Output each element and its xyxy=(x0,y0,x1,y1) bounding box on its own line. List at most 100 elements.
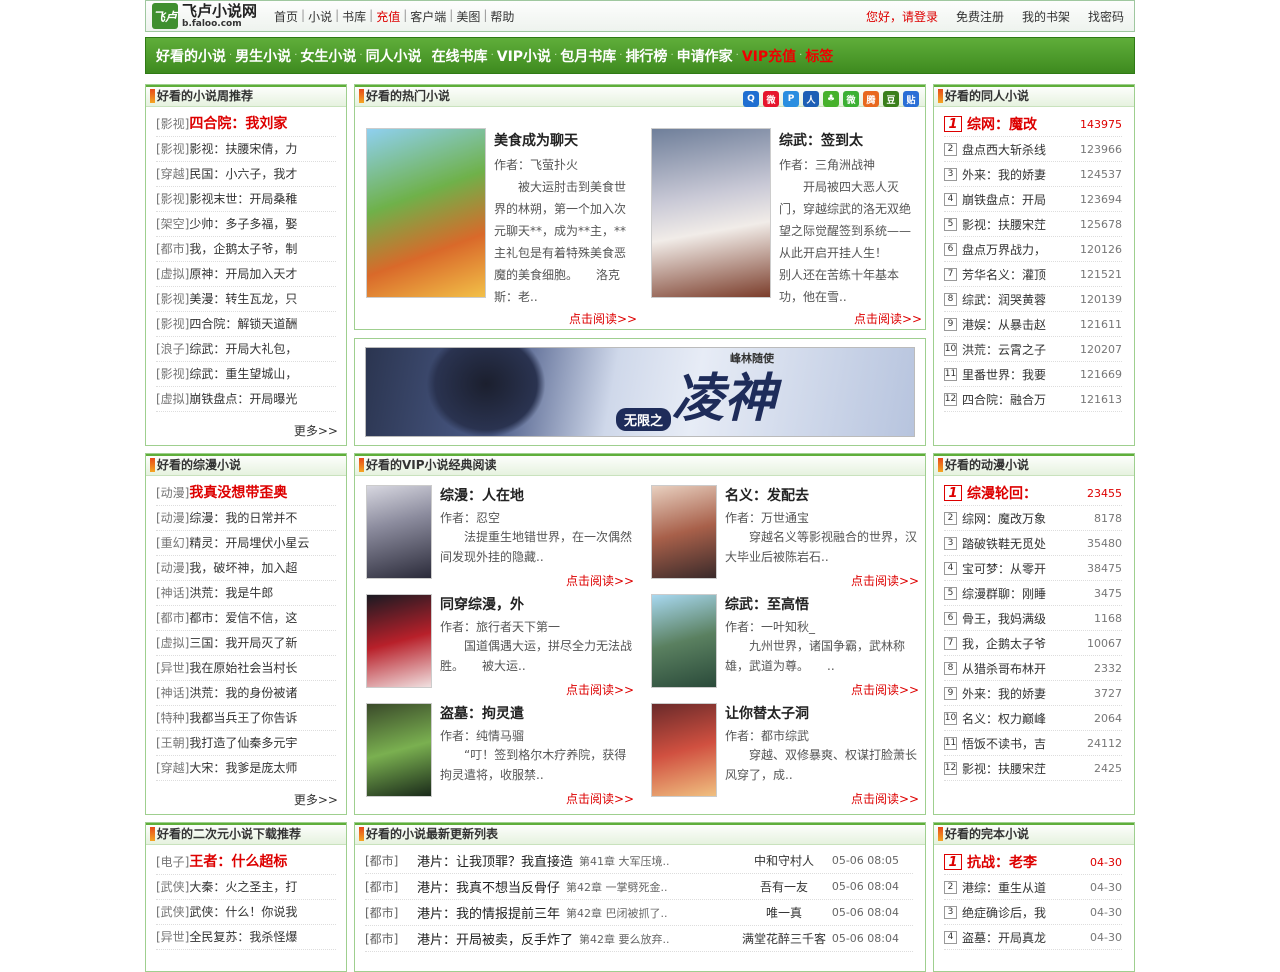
list-item[interactable]: [虚拟]原神：开局加入天才 xyxy=(156,262,336,287)
list-item[interactable]: [影视]四合院：解锁天道酬 xyxy=(156,312,336,337)
topnav-library[interactable]: 书库 xyxy=(342,8,366,25)
book-link[interactable]: 盘点万界战力， xyxy=(962,241,1076,258)
list-item[interactable]: [影视]影视：扶腰宋倩，力 xyxy=(156,137,336,162)
list-item[interactable]: [王朝]我打造了仙秦多元宇 xyxy=(156,731,336,756)
book-link[interactable]: 我在原始社会当村长 xyxy=(189,661,297,675)
update-row[interactable]: [都市] 港片：开局被卖，反手炸了 第42章 要么放弃.. 满堂花醉三千客 05-06 … xyxy=(365,926,913,952)
list-item[interactable]: [穿越]大宋：我爹是庞太师 xyxy=(156,756,336,781)
book-link[interactable]: 三国：我开局灭了新 xyxy=(189,636,297,650)
rank-row[interactable]: 8 从猎杀哥布林开 2332 xyxy=(944,656,1122,681)
rank-row[interactable]: 12 四合院：融合万 121613 xyxy=(944,387,1122,412)
book-link[interactable]: 综武：重生望城山， xyxy=(189,367,297,381)
read-more-link[interactable]: 点击阅读>> xyxy=(566,790,634,807)
list-item[interactable]: [武侠]武侠：什么！你说我 xyxy=(156,900,336,925)
tencent-icon[interactable]: 腾 xyxy=(863,91,879,107)
vip-book[interactable]: 综武：至高悟 作者：一叶知秋_ 九州世界，诸国争霸，武林称雄，武道为尊。 .. xyxy=(651,594,921,694)
vip-book[interactable]: 综漫：人在地 作者：忍空 法提重生地错世界，在一次偶然间发现外挂的隐藏.. xyxy=(366,485,636,585)
book-link[interactable]: 从猎杀哥布林开 xyxy=(962,660,1076,677)
mainnav-apply-author[interactable]: 申请作家 xyxy=(677,46,733,66)
rank-row[interactable]: 6 盘点万界战力， 120126 xyxy=(944,237,1122,262)
book-link[interactable]: 港娱：从暴击赵 xyxy=(962,316,1076,333)
book-link[interactable]: 外来：我的娇妻 xyxy=(962,685,1076,702)
weibo-icon[interactable]: 微 xyxy=(763,91,779,107)
chapter-link[interactable]: 第42章 一掌劈死金.. xyxy=(566,879,668,895)
book-link[interactable]: 悟饭不读书，吉 xyxy=(962,735,1076,752)
book-link[interactable]: 四合院：融合万 xyxy=(962,391,1076,408)
rank-row[interactable]: 2 综网：魔改万象 8178 xyxy=(944,506,1122,531)
mainnav-ranking[interactable]: 排行榜 xyxy=(625,46,667,66)
rank-row[interactable]: 4 宝可梦：从零开 38475 xyxy=(944,556,1122,581)
book-cover[interactable] xyxy=(651,485,717,579)
book-link[interactable]: 洪荒：我是牛郎 xyxy=(189,586,273,600)
rank-row[interactable]: 8 综武：润哭黄蓉 120139 xyxy=(944,287,1122,312)
topnav-client[interactable]: 客户端 xyxy=(410,8,446,25)
book-link[interactable]: 综漫：我的日常并不 xyxy=(189,511,297,525)
book-title[interactable]: 让你替太子洞 xyxy=(725,703,809,723)
book-cover[interactable] xyxy=(366,128,486,298)
author-link[interactable]: 唯一真 xyxy=(739,904,829,921)
mainnav-vip[interactable]: VIP小说 xyxy=(497,46,551,66)
hot-book-1[interactable]: 美食成为聊天 作者：飞萤扑火 被大运肘击到美食世界的林朔，第一个加入次元聊天**… xyxy=(366,128,636,318)
list-item[interactable]: [动漫]综漫：我的日常并不 xyxy=(156,506,336,531)
mainnav-online-library[interactable]: 在线书库 xyxy=(432,46,488,66)
read-more-link[interactable]: 点击阅读>> xyxy=(854,310,922,327)
book-link[interactable]: 港片：我的情报提前三年 xyxy=(417,903,560,922)
rank-row[interactable]: 1 综漫轮回： 23455 xyxy=(944,481,1122,506)
rank-row[interactable]: 11 里番世界：我要 121669 xyxy=(944,362,1122,387)
book-link[interactable]: 名义：权力巅峰 xyxy=(962,710,1076,727)
book-link[interactable]: 港片：让我顶罪？我直接造 xyxy=(417,851,573,870)
list-item[interactable]: [电子]王者：什么超标 xyxy=(156,850,336,875)
rank-row[interactable]: 2 港综：重生从道 04-30 xyxy=(944,875,1122,900)
mainnav-monthly[interactable]: 包月书库 xyxy=(560,46,616,66)
rank-row[interactable]: 5 影视：扶腰宋茳 125678 xyxy=(944,212,1122,237)
vip-book[interactable]: 同穿综漫，外 作者：旅行者天下第一 国道偶遇大运，拼尽全力无法战胜。 被大运.. xyxy=(366,594,636,694)
book-title[interactable]: 同穿综漫，外 xyxy=(440,594,524,614)
p-icon[interactable]: P xyxy=(783,91,799,107)
list-item[interactable]: [影视]美漫：转生瓦龙，只 xyxy=(156,287,336,312)
book-cover[interactable] xyxy=(651,703,717,797)
book-link[interactable]: 抗战：老李 xyxy=(967,852,1076,872)
book-link[interactable]: 全民复苏：我杀怪爆 xyxy=(189,930,297,944)
rank-row[interactable]: 7 我，企鹅太子爷 10067 xyxy=(944,631,1122,656)
book-title[interactable]: 综武：签到太 xyxy=(779,130,863,150)
rank-row[interactable]: 7 芳华名义：灌顶 121521 xyxy=(944,262,1122,287)
list-item[interactable]: [影视]综武：重生望城山， xyxy=(156,362,336,387)
list-item[interactable]: [武侠]大秦：火之圣主，打 xyxy=(156,875,336,900)
author-link[interactable]: 满堂花醉三千客 xyxy=(739,930,829,947)
rank-row[interactable]: 3 踏破铁鞋无觅处 35480 xyxy=(944,531,1122,556)
site-logo[interactable]: 飞卢 飞卢小说网 b.faloo.com xyxy=(146,1,274,31)
book-link[interactable]: 洪荒：我的身份被诸 xyxy=(189,686,297,700)
read-more-link[interactable]: 点击阅读>> xyxy=(851,681,919,698)
chapter-link[interactable]: 第42章 要么放弃.. xyxy=(579,931,670,947)
book-link[interactable]: 芳华名义：灌顶 xyxy=(962,266,1076,283)
rank-row[interactable]: 4 崩铁盘点：开局 123694 xyxy=(944,187,1122,212)
mainnav-female[interactable]: 女生小说 xyxy=(300,46,356,66)
book-link[interactable]: 影视：扶腰宋茳 xyxy=(962,216,1076,233)
book-link[interactable]: 我，破坏神，加入超 xyxy=(189,561,297,575)
book-link[interactable]: 美漫：转生瓦龙，只 xyxy=(189,292,297,306)
book-title[interactable]: 盗墓：拘灵遣 xyxy=(440,703,524,723)
mainnav-tags[interactable]: 标签 xyxy=(805,46,833,66)
rank-row[interactable]: 1 综网：魔改 143975 xyxy=(944,112,1122,137)
book-link[interactable]: 都市：爱信不信，这 xyxy=(189,611,297,625)
list-item[interactable]: [虚拟]三国：我开局灭了新 xyxy=(156,631,336,656)
clover-icon[interactable]: ♣ xyxy=(823,91,839,107)
rank-row[interactable]: 5 综漫群聊：刚睡 3475 xyxy=(944,581,1122,606)
list-item[interactable]: [动漫]我，破坏神，加入超 xyxy=(156,556,336,581)
book-link[interactable]: 我都当兵王了你告诉 xyxy=(189,711,297,725)
rank-row[interactable]: 11 悟饭不读书，吉 24112 xyxy=(944,731,1122,756)
book-cover[interactable] xyxy=(366,703,432,797)
list-item[interactable]: [重幻]精灵：开局埋伏小星云 xyxy=(156,531,336,556)
vip-book[interactable]: 名义：发配去 作者：万世通宝 穿越名义等影视融合的世界，汉大毕业后被陈岩石.. xyxy=(651,485,921,585)
vip-book[interactable]: 盗墓：拘灵遣 作者：纯情马骝 “叮！签到格尔木疗养院，获得拘灵遣将，收服禁.. xyxy=(366,703,636,803)
book-cover[interactable] xyxy=(366,485,432,579)
book-link[interactable]: 港片：我真不想当反骨仔 xyxy=(417,877,560,896)
list-item[interactable]: [影视]四合院：我刘家 xyxy=(156,112,336,137)
update-row[interactable]: [都市] 港片：我的情报提前三年 第42章 巴闭被抓了.. 唯一真 05-06 08:0… xyxy=(365,900,913,926)
book-link[interactable]: 崩铁盘点：开局 xyxy=(962,191,1076,208)
list-item[interactable]: [神话]洪荒：我是牛郎 xyxy=(156,581,336,606)
mainnav-fanfic[interactable]: 同人小说 xyxy=(366,46,422,66)
find-password-link[interactable]: 找密码 xyxy=(1088,8,1124,25)
list-item[interactable]: [影视]影视末世：开局桑稚 xyxy=(156,187,336,212)
rank-row[interactable]: 3 绝症确诊后，我 04-30 xyxy=(944,900,1122,925)
